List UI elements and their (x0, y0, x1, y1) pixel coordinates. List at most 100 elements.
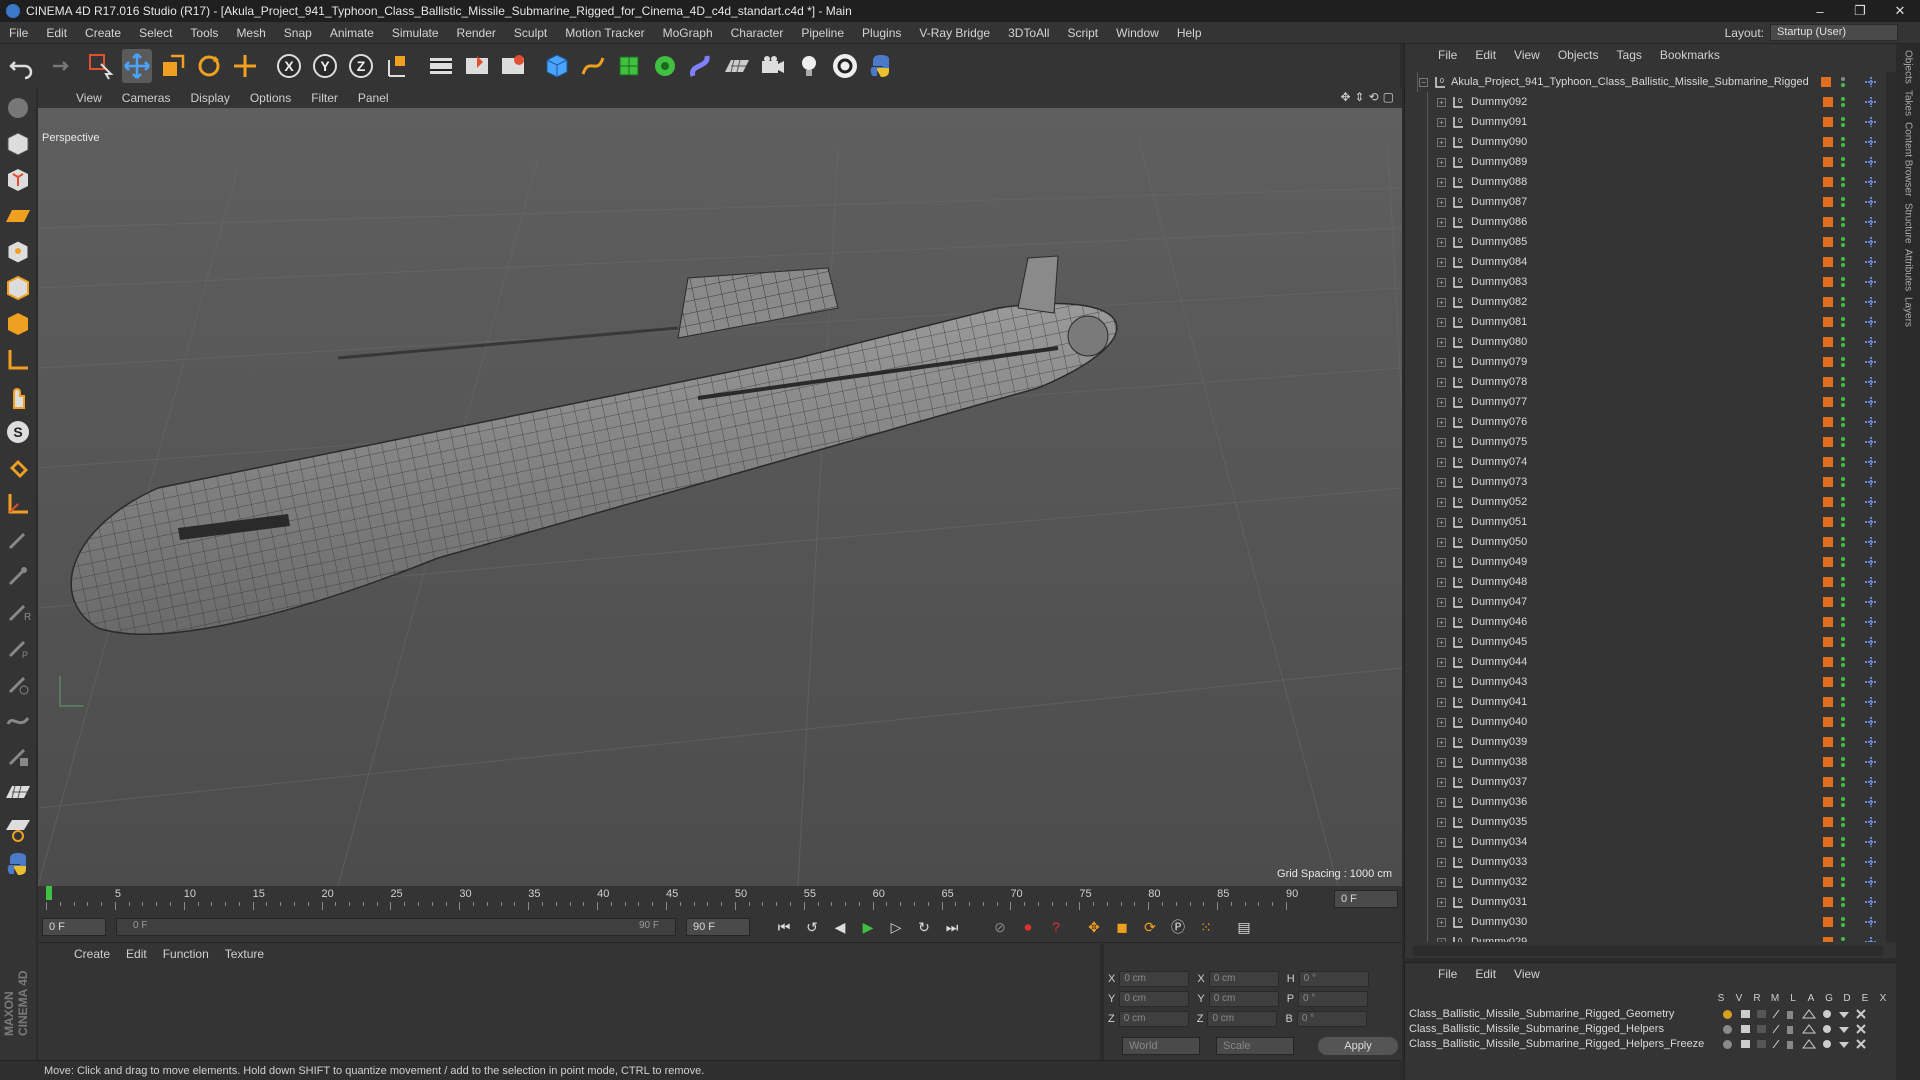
tag-icon[interactable] (1863, 355, 1879, 369)
object-row[interactable]: +0 Dummy036 (1405, 792, 1897, 812)
tag-icon[interactable] (1863, 675, 1879, 689)
expand-toggle-icon[interactable]: + (1437, 417, 1446, 427)
spline-pen-icon[interactable] (578, 49, 608, 83)
menu-snap[interactable]: Snap (275, 26, 321, 40)
layer-color-swatch[interactable] (1823, 897, 1833, 907)
expand-toggle-icon[interactable]: + (1437, 857, 1446, 867)
object-name[interactable]: Dummy043 (1471, 676, 1527, 688)
rot-p-input[interactable]: 0 ° (1298, 991, 1369, 1007)
loop-cut-icon[interactable] (2, 668, 34, 700)
object-row[interactable]: +0 Dummy075 (1405, 432, 1897, 452)
layer-color-swatch[interactable] (1823, 197, 1833, 207)
object-row[interactable]: +0 Dummy088 (1405, 172, 1897, 192)
tag-icon[interactable] (1863, 75, 1879, 89)
record-key-icon[interactable]: ⊘ (988, 915, 1012, 939)
object-name[interactable]: Dummy078 (1471, 376, 1527, 388)
rot-h-input[interactable]: 0 ° (1298, 971, 1369, 987)
object-row[interactable]: +0 Dummy047 (1405, 592, 1897, 612)
object-row[interactable]: +0 Dummy092 (1405, 92, 1897, 112)
tag-icon[interactable] (1863, 595, 1879, 609)
object-name[interactable]: Dummy077 (1471, 396, 1527, 408)
go-to-start-icon[interactable]: ⏮ (772, 915, 796, 939)
object-root-row[interactable]: − 0 Akula_Project_941_Typhoon_Class_Ballis… (1405, 72, 1897, 92)
timeline-ruler[interactable]: 051015202530354045505560657075808590 0 F (38, 886, 1402, 912)
layer-solo-dot[interactable] (1723, 1024, 1732, 1034)
visibility-dots-icon[interactable] (1839, 915, 1847, 929)
viewport-menu-display[interactable]: Display (180, 91, 239, 105)
layer-color-swatch[interactable] (1823, 637, 1833, 647)
layout-dropdown[interactable]: Startup (User) (1770, 24, 1898, 41)
expand-toggle-icon[interactable]: + (1437, 877, 1446, 887)
tag-icon[interactable] (1863, 515, 1879, 529)
tag-icon[interactable] (1863, 455, 1879, 469)
y-axis-lock-icon[interactable]: Y (310, 49, 340, 83)
viewport-menu-cameras[interactable]: Cameras (112, 91, 181, 105)
expand-toggle-icon[interactable]: + (1437, 677, 1446, 687)
object-scrollbar[interactable] (1886, 72, 1896, 942)
visibility-dots-icon[interactable] (1839, 795, 1847, 809)
bevel-tool-icon[interactable] (2, 560, 34, 592)
tag-icon[interactable] (1863, 235, 1879, 249)
expand-toggle-icon[interactable]: + (1437, 537, 1446, 547)
object-row[interactable]: +0 Dummy091 (1405, 112, 1897, 132)
expand-toggle-icon[interactable]: + (1437, 337, 1446, 347)
object-name[interactable]: Dummy033 (1471, 856, 1527, 868)
tag-icon[interactable] (1863, 795, 1879, 809)
visibility-dots-icon[interactable] (1839, 635, 1847, 649)
expand-toggle-icon[interactable]: − (1419, 77, 1428, 87)
object-row[interactable]: +0 Dummy078 (1405, 372, 1897, 392)
layer-color-swatch[interactable] (1823, 97, 1833, 107)
menu-window[interactable]: Window (1107, 26, 1168, 40)
x-axis-lock-icon[interactable]: X (274, 49, 304, 83)
pos-y-input[interactable]: 0 cm (1119, 991, 1190, 1007)
object-row[interactable]: +0 Dummy076 (1405, 412, 1897, 432)
object-row[interactable]: +0 Dummy049 (1405, 552, 1897, 572)
visibility-dots-icon[interactable] (1839, 75, 1847, 89)
current-frame-field[interactable]: 0 F (1334, 890, 1398, 908)
visibility-dots-icon[interactable] (1839, 715, 1847, 729)
expand-toggle-icon[interactable]: + (1437, 297, 1446, 307)
object-name[interactable]: Dummy085 (1471, 236, 1527, 248)
tag-icon[interactable] (1863, 695, 1879, 709)
object-name[interactable]: Dummy092 (1471, 96, 1527, 108)
object-row[interactable]: +0 Dummy041 (1405, 692, 1897, 712)
object-row[interactable]: +0 Dummy045 (1405, 632, 1897, 652)
magnet-icon[interactable] (2, 452, 34, 484)
layer-column-e[interactable]: E (1859, 993, 1871, 1004)
object-row[interactable]: +0 Dummy073 (1405, 472, 1897, 492)
tweak-mode-icon[interactable] (2, 380, 34, 412)
layer-column-x[interactable]: X (1877, 993, 1889, 1004)
object-name[interactable]: Dummy044 (1471, 656, 1527, 668)
visibility-dots-icon[interactable] (1839, 695, 1847, 709)
side-tab-structure[interactable]: Structure (1903, 203, 1914, 244)
tag-icon[interactable] (1863, 915, 1879, 929)
world-dropdown[interactable]: World (1122, 1037, 1200, 1055)
layer-color-swatch[interactable] (1823, 457, 1833, 467)
visibility-dots-icon[interactable] (1839, 475, 1847, 489)
tag-icon[interactable] (1863, 295, 1879, 309)
size-x-input[interactable]: 0 cm (1208, 971, 1279, 987)
object-name[interactable]: Dummy038 (1471, 756, 1527, 768)
restore-icon[interactable]: ❐ (1840, 0, 1880, 22)
object-name[interactable]: Dummy034 (1471, 836, 1527, 848)
tag-icon[interactable] (1863, 315, 1879, 329)
next-key-icon[interactable]: ↻ (912, 915, 936, 939)
object-row[interactable]: +0 Dummy043 (1405, 672, 1897, 692)
expand-toggle-icon[interactable]: + (1437, 217, 1446, 227)
key-pla-icon[interactable]: ⁙ (1194, 915, 1218, 939)
layer-color-swatch[interactable] (1823, 137, 1833, 147)
pos-z-input[interactable]: 0 cm (1118, 1011, 1189, 1027)
layer-color-swatch[interactable] (1823, 317, 1833, 327)
tag-icon[interactable] (1863, 495, 1879, 509)
tag-icon[interactable] (1863, 335, 1879, 349)
visibility-dots-icon[interactable] (1839, 835, 1847, 849)
object-name[interactable]: Dummy040 (1471, 716, 1527, 728)
light-icon[interactable] (794, 49, 824, 83)
layer-color-swatch[interactable] (1823, 497, 1833, 507)
object-name[interactable]: Dummy082 (1471, 296, 1527, 308)
range-slider[interactable]: 0 F 90 F (116, 918, 676, 936)
layer-color-swatch[interactable] (1823, 717, 1833, 727)
start-frame-field[interactable]: 0 F (42, 918, 106, 936)
move-tool-icon[interactable] (122, 49, 152, 83)
layer-color-swatch[interactable] (1823, 217, 1833, 227)
